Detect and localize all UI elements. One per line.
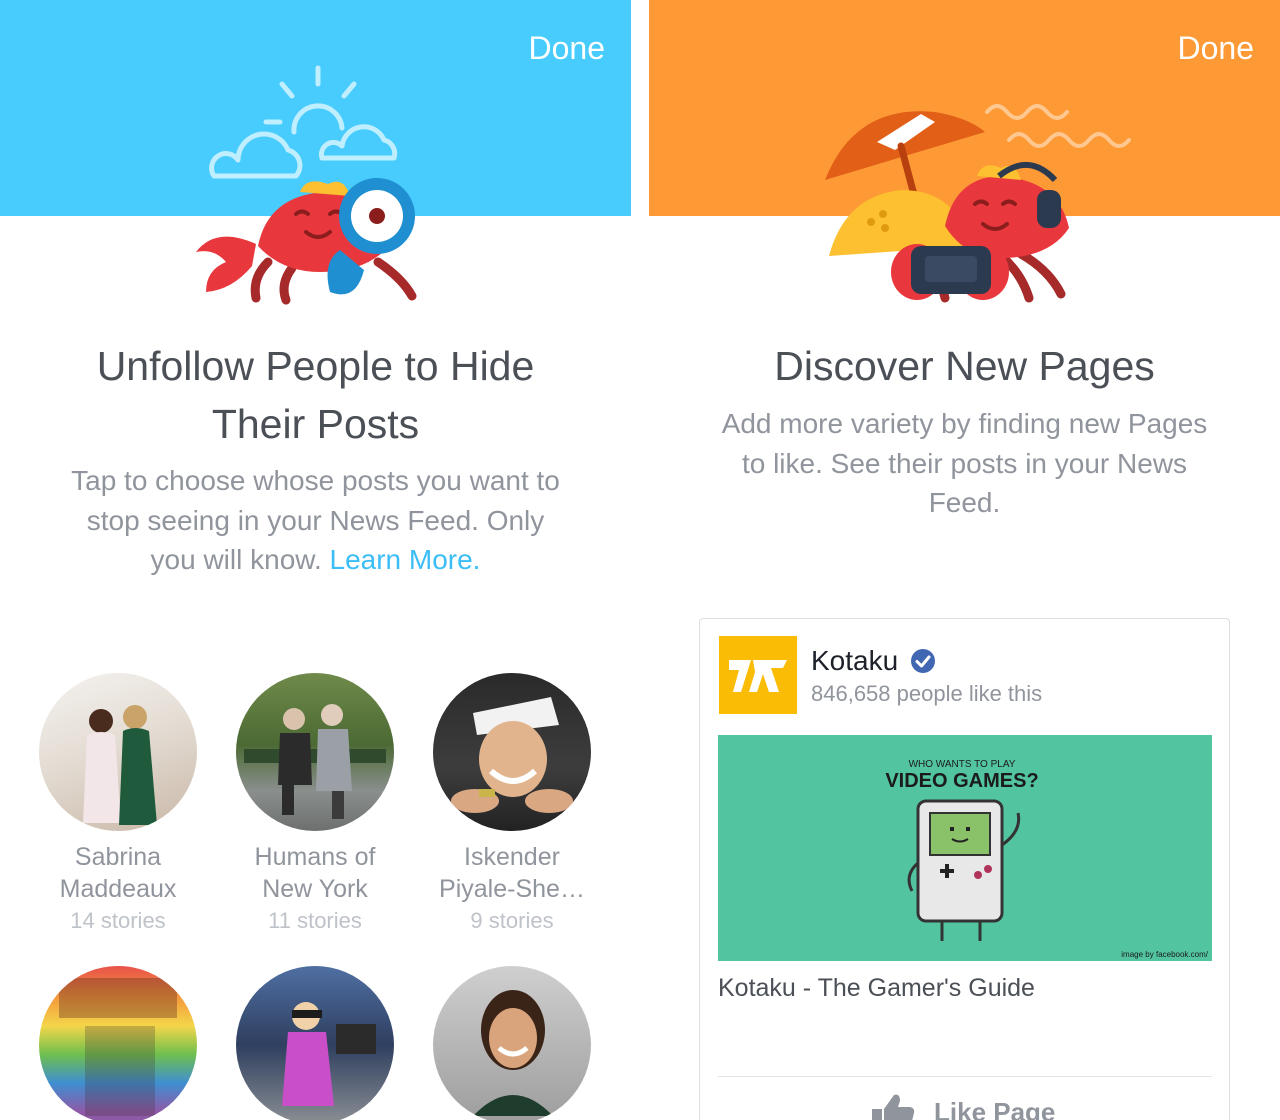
avatar xyxy=(236,966,394,1120)
unfollow-title: Unfollow People to Hide Their Posts xyxy=(96,343,535,447)
learn-more-link[interactable]: Learn More. xyxy=(330,544,481,575)
person-name: Maddeaux xyxy=(59,875,177,903)
page-suggestion-card[interactable]: Kotaku 846,658 people like this WHO WANT… xyxy=(699,618,1230,1120)
person-name: Humans of xyxy=(254,843,376,871)
crab-with-magnifier-icon xyxy=(196,65,417,305)
person-item[interactable] xyxy=(18,966,218,1120)
verified-badge-icon xyxy=(911,649,935,673)
person-item[interactable] xyxy=(412,966,612,1120)
like-page-button[interactable]: Like Page xyxy=(870,1087,1055,1120)
story-count: 9 stories xyxy=(470,908,554,933)
cover-credit: image by facebook.com/ xyxy=(1121,950,1208,959)
person-name: Piyale-She… xyxy=(439,875,585,903)
avatar xyxy=(39,966,197,1120)
person-name: Iskender xyxy=(464,843,560,871)
discover-panel: Done Discover New Pages Add more variety… xyxy=(649,0,1280,1120)
like-page-label: Like Page xyxy=(934,1096,1056,1120)
person-name: Sabrina xyxy=(74,843,162,871)
story-count: 14 stories xyxy=(70,908,166,933)
unfollow-description: Tap to choose whose posts you want to st… xyxy=(71,465,560,575)
cloud-icon xyxy=(209,124,398,179)
person-item[interactable]: Humans of New York 11 stories xyxy=(215,673,415,937)
card-divider xyxy=(718,1076,1212,1077)
waves-icon xyxy=(985,104,1131,148)
thumbs-up-icon xyxy=(872,1094,915,1120)
sun-icon xyxy=(263,65,357,135)
person-item[interactable]: Iskender Piyale-She… 9 stories xyxy=(412,673,612,937)
person-item[interactable]: Sabrina Maddeaux 14 stories xyxy=(18,673,218,937)
crab-with-headphones-icon xyxy=(825,104,1131,303)
panel-separator xyxy=(631,0,649,1120)
page-name[interactable]: Kotaku xyxy=(811,645,898,677)
story-count: 11 stories xyxy=(268,908,362,933)
page-logo[interactable] xyxy=(719,636,797,714)
page-cover-image[interactable]: WHO WANTS TO PLAY VIDEO GAMES? image by … xyxy=(718,735,1212,961)
avatar xyxy=(236,673,394,831)
discover-description: Add more variety by finding new Pages to… xyxy=(721,408,1208,518)
unfollow-panel: Done Unfollow People to Hide Their Posts… xyxy=(0,0,631,1120)
person-name: New York xyxy=(262,875,368,903)
page-category-caption: Kotaku - The Gamer's Guide xyxy=(718,974,1035,1002)
discover-title: Discover New Pages xyxy=(774,343,1155,389)
cover-big-text: VIDEO GAMES? xyxy=(885,770,1038,792)
avatar xyxy=(39,673,197,831)
avatar xyxy=(433,673,591,831)
avatar xyxy=(433,966,591,1120)
person-item[interactable] xyxy=(215,966,415,1120)
page-likes-count: 846,658 people like this xyxy=(811,681,1043,706)
cover-small-text: WHO WANTS TO PLAY xyxy=(909,759,1016,770)
